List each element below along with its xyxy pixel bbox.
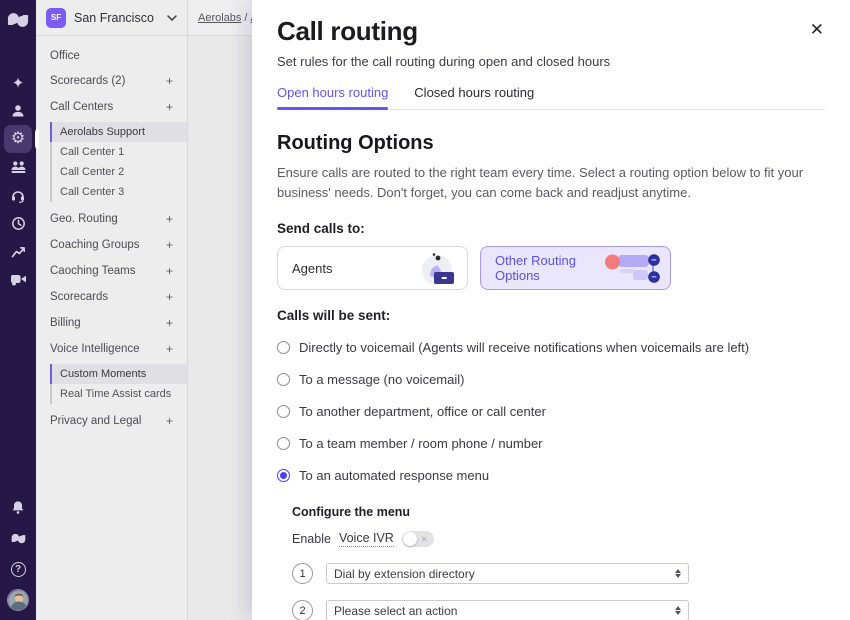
support-headset-icon[interactable] [4, 181, 32, 209]
history-clock-icon[interactable] [4, 209, 32, 237]
page-background: Aerolabs / Adm [188, 0, 252, 620]
action-select-2[interactable]: Please select an action [326, 600, 689, 620]
coaching-group-icon[interactable] [4, 153, 32, 181]
enable-voice-ivr-row: Enable Voice IVR ✕ [292, 531, 825, 547]
menu-number-1: 1 [292, 563, 313, 584]
card-agents[interactable]: Agents [277, 246, 468, 290]
sidebar-item-call-center-3[interactable]: Call Center 3 [52, 182, 187, 202]
calls-sent-label: Calls will be sent: [277, 308, 825, 323]
voice-ivr-toggle[interactable]: ✕ [402, 531, 434, 547]
radio-directly-to-voicemail[interactable]: Directly to voicemail (Agents will recei… [277, 340, 825, 355]
radio-circle-selected [277, 469, 290, 482]
chevron-down-icon [167, 15, 177, 21]
routing-options-heading: Routing Options [277, 132, 825, 155]
help-icon[interactable]: ? [4, 555, 32, 583]
plus-icon: + [166, 212, 173, 226]
card-other-routing-options[interactable]: Other Routing Options [480, 246, 671, 290]
breadcrumb-link-aerolabs[interactable]: Aerolabs [198, 12, 241, 24]
plus-icon: + [166, 100, 173, 114]
contacts-icon[interactable] [4, 97, 32, 125]
plus-icon: + [166, 74, 173, 88]
configure-menu-heading: Configure the menu [292, 505, 825, 519]
radio-to-a-message[interactable]: To a message (no voicemail) [277, 372, 825, 387]
configure-menu-section: Configure the menu Enable Voice IVR ✕ 1 … [292, 505, 825, 620]
office-name: San Francisco [74, 11, 159, 25]
call-routing-panel: Call routing ✕ Set rules for the call ro… [252, 0, 850, 620]
user-avatar[interactable] [4, 586, 32, 614]
call-centers-sublist: Aerolabs Support Call Center 1 Call Cent… [50, 122, 187, 202]
radio-team-member[interactable]: To a team member / room phone / number [277, 436, 825, 451]
radio-automated-response-menu[interactable]: To an automated response menu [277, 468, 825, 483]
voice-intelligence-sublist: Custom Moments Real Time Assist cards [50, 364, 187, 404]
page-title: Call routing [277, 16, 825, 47]
routing-options-description: Ensure calls are routed to the right tea… [277, 163, 825, 203]
sidebar-item-call-center-2[interactable]: Call Center 2 [52, 162, 187, 182]
office-sidebar: SF San Francisco Office Scorecards (2)+ … [36, 0, 188, 620]
toggle-knob [403, 532, 417, 546]
radio-another-department[interactable]: To another department, office or call ce… [277, 404, 825, 419]
toggle-off-x-icon: ✕ [421, 535, 428, 544]
agents-illustration-icon [415, 248, 459, 288]
dialpad-logo-icon [7, 9, 29, 31]
plus-icon: + [166, 342, 173, 356]
dialpad-mini-logo-icon[interactable] [4, 524, 32, 552]
tab-closed-hours-routing[interactable]: Closed hours routing [414, 85, 534, 109]
radio-circle [277, 373, 290, 386]
sidebar-item-coaching-teams[interactable]: Caoching Teams+ [36, 258, 187, 284]
radio-circle [277, 405, 290, 418]
plus-icon: + [166, 316, 173, 330]
sidebar-item-coaching-groups[interactable]: Coaching Groups+ [36, 232, 187, 258]
sidebar-item-scorecards[interactable]: Scorecards+ [36, 284, 187, 310]
close-icon[interactable]: ✕ [810, 20, 824, 40]
sidebar-item-custom-moments[interactable]: Custom Moments [50, 364, 187, 384]
plus-icon: + [166, 238, 173, 252]
sidebar-item-call-center-1[interactable]: Call Center 1 [52, 142, 187, 162]
routing-tree-illustration-icon [602, 250, 662, 286]
routing-cards: Agents Other Routing Options [277, 246, 825, 290]
send-calls-label: Send calls to: [277, 221, 825, 236]
tab-open-hours-routing[interactable]: Open hours routing [277, 85, 388, 109]
plus-icon: + [166, 290, 173, 304]
plus-icon: + [166, 414, 173, 428]
action-select-1[interactable]: Dial by extension directory [326, 563, 689, 584]
select-arrows-icon [675, 569, 681, 578]
routing-tabs: Open hours routing Closed hours routing [277, 85, 825, 110]
sidebar-item-voice-intelligence[interactable]: Voice Intelligence+ [36, 336, 187, 362]
sidebar-item-geo-routing[interactable]: Geo. Routing+ [36, 206, 187, 232]
sidebar-item-real-time-assist-cards[interactable]: Real Time Assist cards [52, 384, 187, 404]
sidebar-nav: Office Scorecards (2)+ Call Centers+ Aer… [36, 36, 187, 434]
sidebar-item-aerolabs-support[interactable]: Aerolabs Support [50, 122, 187, 142]
sidebar-item-office[interactable]: Office [36, 44, 187, 68]
menu-number-2: 2 [292, 600, 313, 620]
sidebar-item-billing[interactable]: Billing+ [36, 310, 187, 336]
menu-row-1: 1 Dial by extension directory [292, 563, 825, 584]
menu-row-2: 2 Please select an action [292, 600, 825, 620]
radio-circle [277, 341, 290, 354]
office-badge: SF [46, 8, 66, 28]
icon-rail: ✦ ⚙ [0, 0, 36, 620]
settings-gear-icon[interactable]: ⚙ [4, 125, 32, 153]
analytics-trend-icon[interactable] [4, 237, 32, 265]
select-arrows-icon [675, 606, 681, 615]
radio-group: Directly to voicemail (Agents will recei… [277, 340, 825, 483]
breadcrumb: Aerolabs / Adm [188, 0, 252, 36]
office-switcher[interactable]: SF San Francisco [36, 0, 187, 36]
sidebar-item-privacy-and-legal[interactable]: Privacy and Legal+ [36, 408, 187, 434]
ai-sparkles-icon[interactable]: ✦ [4, 69, 32, 97]
screen-share-camera-icon[interactable] [4, 265, 32, 293]
notifications-bell-icon[interactable] [4, 493, 32, 521]
radio-circle [277, 437, 290, 450]
sidebar-item-scorecards-2[interactable]: Scorecards (2)+ [36, 68, 187, 94]
app-root: ✦ ⚙ [0, 0, 850, 620]
panel-subtitle: Set rules for the call routing during op… [277, 54, 825, 69]
sidebar-item-call-centers[interactable]: Call Centers+ [36, 94, 187, 120]
plus-icon: + [166, 264, 173, 278]
voice-ivr-term: Voice IVR [339, 531, 394, 547]
